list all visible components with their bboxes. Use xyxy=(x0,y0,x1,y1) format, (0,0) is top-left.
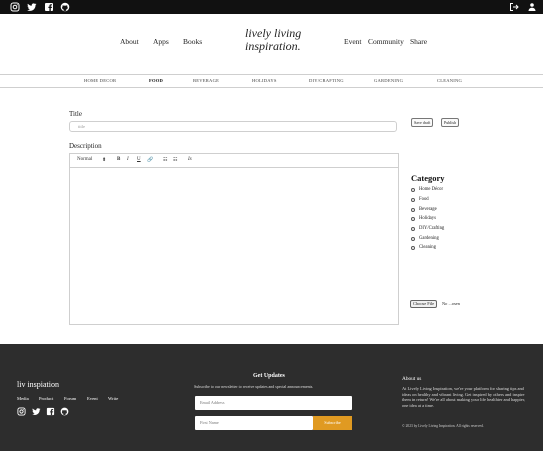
radio-icon[interactable] xyxy=(411,237,415,241)
option-label: Home Décor xyxy=(419,187,444,192)
category-title: Category xyxy=(411,173,445,183)
footer-link-write[interactable]: Write xyxy=(108,396,118,401)
radio-icon[interactable] xyxy=(411,198,415,202)
option-label: Cleaning xyxy=(419,245,436,250)
publish-button[interactable]: Publish xyxy=(441,118,460,127)
choose-file-button[interactable]: Choose File xyxy=(410,300,438,308)
facebook-icon[interactable] xyxy=(46,407,55,416)
description-editor[interactable] xyxy=(69,167,399,325)
file-status: No ...osen xyxy=(442,301,460,306)
footer-link-forum[interactable]: Forum xyxy=(64,396,76,401)
user-icon[interactable] xyxy=(527,2,537,12)
updates-subtitle: Subscribe to our newsletter to receive u… xyxy=(194,384,314,389)
footer-brand: liv inspiation xyxy=(17,380,59,389)
logout-icon[interactable] xyxy=(509,2,519,12)
twitter-icon[interactable] xyxy=(32,407,41,416)
cat-food[interactable]: FOOD xyxy=(149,78,163,83)
footer-link-product[interactable]: Product xyxy=(39,396,53,401)
underline-button[interactable]: U xyxy=(137,157,141,162)
copyright: © 2023 by Lively Living Inspiration. All… xyxy=(402,424,484,428)
github-icon[interactable] xyxy=(60,2,70,12)
cat-holidays[interactable]: HOLIDAYS xyxy=(252,78,277,83)
radio-icon[interactable] xyxy=(411,208,415,212)
twitter-icon[interactable] xyxy=(27,2,37,12)
format-select[interactable]: Normal xyxy=(77,157,92,162)
title-input[interactable]: title xyxy=(69,121,397,132)
footer-link-media[interactable]: Media xyxy=(17,396,29,401)
cat-cleaning[interactable]: CLEANING xyxy=(437,78,462,83)
cat-diy-crafting[interactable]: DIY/CRAFTING xyxy=(309,78,344,83)
nav-apps[interactable]: Apps xyxy=(153,37,169,46)
save-draft-button[interactable]: Save draft xyxy=(411,118,434,127)
nav-event[interactable]: Event xyxy=(344,37,362,46)
site-header: About Apps Books lively living inspirati… xyxy=(0,14,543,74)
ordered-list-icon[interactable]: ☷ xyxy=(163,157,167,163)
option-label: Food xyxy=(419,197,429,202)
updates-title: Get Updates xyxy=(253,373,285,379)
nav-community[interactable]: Community xyxy=(368,37,404,46)
option-label: Gardening xyxy=(419,236,439,241)
option-label: DIY/Crafting xyxy=(419,226,445,231)
radio-icon[interactable] xyxy=(411,246,415,250)
radio-icon[interactable] xyxy=(411,227,415,231)
italic-button[interactable]: I xyxy=(127,157,129,162)
email-field[interactable]: Email Address xyxy=(195,396,352,410)
cat-gardening[interactable]: GARDENING xyxy=(374,78,403,83)
top-bar xyxy=(0,0,543,14)
nav-share[interactable]: Share xyxy=(410,37,427,46)
clear-format-icon[interactable]: Ix xyxy=(188,157,192,162)
category-nav: HOME DECOR FOOD BEVERAGE HOLIDAYS DIY/CR… xyxy=(0,74,543,88)
title-label: Title xyxy=(69,110,82,118)
github-icon[interactable] xyxy=(60,407,69,416)
nav-about[interactable]: About xyxy=(120,37,139,46)
instagram-icon[interactable] xyxy=(17,407,26,416)
footer-link-event[interactable]: Event xyxy=(87,396,98,401)
site-logo[interactable]: lively living inspiration. xyxy=(245,27,301,53)
cat-home-decor[interactable]: HOME DECOR xyxy=(84,78,116,83)
bullet-list-icon[interactable]: ☷ xyxy=(173,157,177,163)
bold-button[interactable]: B xyxy=(117,157,120,162)
chevron-down-icon[interactable]: ⬍ xyxy=(102,157,106,163)
radio-icon[interactable] xyxy=(411,188,415,192)
first-name-field[interactable]: First Name xyxy=(195,416,313,430)
logo-line-2: inspiration. xyxy=(245,39,301,53)
description-label: Description xyxy=(69,142,102,150)
facebook-icon[interactable] xyxy=(44,2,54,12)
cat-beverage[interactable]: BEVERAGE xyxy=(193,78,219,83)
option-label: Beverage xyxy=(419,207,437,212)
radio-icon[interactable] xyxy=(411,217,415,221)
nav-books[interactable]: Books xyxy=(183,37,202,46)
editor-toolbar: Normal ⬍ B I U 🔗 ☷ ☷ Ix xyxy=(69,153,399,167)
about-title: About us xyxy=(402,376,422,382)
about-text: At Lively Living Inspiration, we're your… xyxy=(402,386,526,408)
site-footer: liv inspiation Media Product Forum Event… xyxy=(0,344,543,451)
link-icon[interactable]: 🔗 xyxy=(147,157,153,163)
instagram-icon[interactable] xyxy=(10,2,20,12)
option-label: Holidays xyxy=(419,216,436,221)
subscribe-button[interactable]: Subscribe xyxy=(313,416,352,430)
